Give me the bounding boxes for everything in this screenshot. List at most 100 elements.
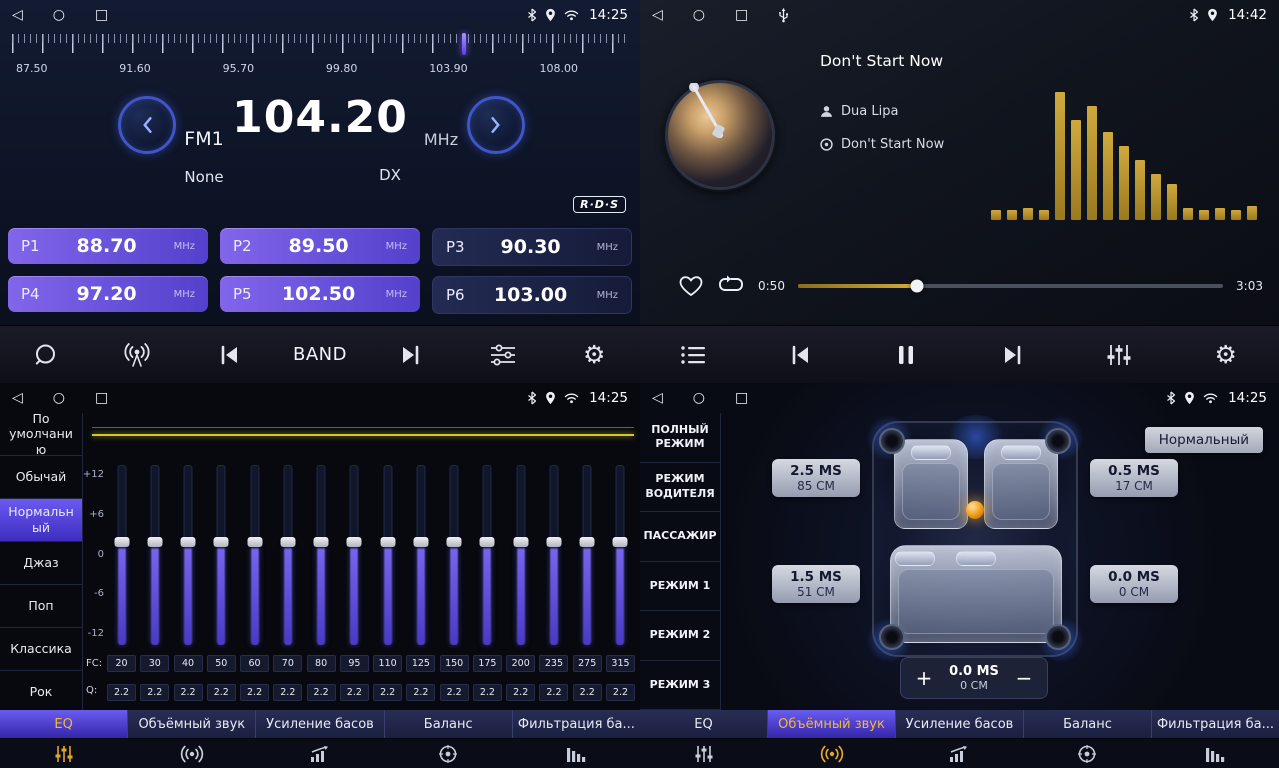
sound-field-mode-item[interactable]: ПАССАЖИР <box>640 512 720 562</box>
bass-boost-icon[interactable] <box>896 739 1024 768</box>
slider-knob[interactable] <box>280 537 295 547</box>
slider-knob[interactable] <box>314 537 329 547</box>
audio-tab-1[interactable]: EQ <box>640 710 768 738</box>
balance-icon[interactable] <box>384 739 512 768</box>
slider-knob[interactable] <box>513 537 528 547</box>
surround-sound-icon[interactable] <box>128 739 256 768</box>
eq-preset-item[interactable]: Обычай <box>0 456 82 499</box>
recents-button[interactable]: □ <box>735 390 748 406</box>
preset-button-p3[interactable]: P390.30MHz <box>432 228 632 266</box>
sound-field-mode-item[interactable]: РЕЖИМ 2 <box>640 611 720 661</box>
repeat-icon[interactable] <box>717 275 745 297</box>
slider-knob[interactable] <box>147 537 162 547</box>
bass-boost-icon[interactable] <box>256 739 384 768</box>
listening-position-marker[interactable] <box>966 501 984 519</box>
recents-button[interactable]: □ <box>735 7 748 23</box>
home-button[interactable]: ○ <box>53 390 65 406</box>
sound-field-mode-item[interactable]: РЕЖИМ 1 <box>640 562 720 612</box>
eq-band-slider[interactable] <box>180 465 196 645</box>
frequency-pointer[interactable] <box>462 33 466 55</box>
progress-knob[interactable] <box>910 280 923 293</box>
decrease-delay-button[interactable]: − <box>1011 668 1037 688</box>
eq-band-slider[interactable] <box>247 465 263 645</box>
home-button[interactable]: ○ <box>693 7 705 23</box>
eq-band-slider[interactable] <box>213 465 229 645</box>
tune-up-button[interactable] <box>467 96 525 154</box>
preset-button-p2[interactable]: P289.50MHz <box>220 228 420 264</box>
slider-knob[interactable] <box>613 537 628 547</box>
sound-field-mode-item[interactable]: РЕЖИМ ВОДИТЕЛЯ <box>640 463 720 513</box>
back-button[interactable]: ◁ <box>652 7 663 23</box>
slider-knob[interactable] <box>181 537 196 547</box>
audio-settings-button[interactable] <box>1092 333 1146 377</box>
eq-band-slider[interactable] <box>446 465 462 645</box>
audio-tab-3[interactable]: Усиление басов <box>256 710 384 738</box>
eq-band-slider[interactable] <box>513 465 529 645</box>
eq-preset-item[interactable]: Джаз <box>0 542 82 585</box>
eq-band-slider[interactable] <box>413 465 429 645</box>
balance-icon[interactable] <box>1023 739 1151 768</box>
audio-tab-5[interactable]: Фильтрация ба... <box>513 710 640 738</box>
audio-tab-3[interactable]: Усиление басов <box>896 710 1024 738</box>
broadcast-button[interactable] <box>110 333 164 377</box>
back-button[interactable]: ◁ <box>12 390 23 406</box>
progress-bar[interactable] <box>798 284 1223 288</box>
home-button[interactable]: ○ <box>693 390 705 406</box>
audio-tab-2[interactable]: Объёмный звук <box>128 710 256 738</box>
audio-tab-5[interactable]: Фильтрация ба... <box>1152 710 1279 738</box>
slider-knob[interactable] <box>546 537 561 547</box>
eq-preset-item[interactable]: По умолчанию <box>0 413 82 456</box>
slider-knob[interactable] <box>247 537 262 547</box>
settings-button[interactable]: ⚙ <box>1199 333 1253 377</box>
eq-preset-item[interactable]: Рок <box>0 671 82 714</box>
filter-icon[interactable] <box>512 739 640 768</box>
eq-preset-item[interactable]: Поп <box>0 585 82 628</box>
favorite-icon[interactable] <box>678 274 704 298</box>
pause-button[interactable] <box>879 333 933 377</box>
eq-band-slider[interactable] <box>313 465 329 645</box>
delay-rear-left-button[interactable]: 1.5 MS 51 CM <box>772 565 860 603</box>
eq-band-slider[interactable] <box>280 465 296 645</box>
playlist-button[interactable] <box>666 333 720 377</box>
audio-tab-1[interactable]: EQ <box>0 710 128 738</box>
audio-tab-4[interactable]: Баланс <box>385 710 513 738</box>
next-track-button[interactable] <box>986 333 1040 377</box>
sound-field-mode-item[interactable]: ПОЛНЫЙ РЕЖИМ <box>640 413 720 463</box>
filter-icon[interactable] <box>1151 739 1279 768</box>
seek-up-button[interactable] <box>384 333 438 377</box>
eq-band-slider[interactable] <box>380 465 396 645</box>
eq-band-slider[interactable] <box>114 465 130 645</box>
eq-band-slider[interactable] <box>612 465 628 645</box>
preset-button-p4[interactable]: P497.20MHz <box>8 276 208 312</box>
preset-button-p6[interactable]: P6103.00MHz <box>432 276 632 314</box>
eq-band-slider[interactable] <box>546 465 562 645</box>
slider-knob[interactable] <box>580 537 595 547</box>
preset-button-p1[interactable]: P188.70MHz <box>8 228 208 264</box>
seek-down-button[interactable] <box>202 333 256 377</box>
recents-button[interactable]: □ <box>95 7 108 23</box>
delay-front-right-button[interactable]: 0.5 MS 17 CM <box>1090 459 1178 497</box>
eq-sliders-icon[interactable] <box>0 739 128 768</box>
eq-preset-item[interactable]: Нормальный <box>0 499 82 542</box>
back-button[interactable]: ◁ <box>12 7 23 23</box>
eq-profile-button[interactable]: Нормальный <box>1145 427 1263 453</box>
increase-delay-button[interactable]: + <box>911 668 937 688</box>
surround-sound-icon[interactable] <box>768 739 896 768</box>
home-button[interactable]: ○ <box>53 7 65 23</box>
slider-knob[interactable] <box>447 537 462 547</box>
scan-button[interactable] <box>19 333 73 377</box>
recents-button[interactable]: □ <box>95 390 108 406</box>
settings-button[interactable]: ⚙ <box>567 333 621 377</box>
frequency-ruler[interactable] <box>12 34 628 58</box>
band-button[interactable]: BAND <box>293 333 347 377</box>
delay-front-left-button[interactable]: 2.5 MS 85 CM <box>772 459 860 497</box>
slider-knob[interactable] <box>114 537 129 547</box>
sound-field-mode-item[interactable]: РЕЖИМ 3 <box>640 661 720 711</box>
audio-tab-2[interactable]: Объёмный звук <box>768 710 896 738</box>
audio-tab-4[interactable]: Баланс <box>1024 710 1152 738</box>
eq-band-slider[interactable] <box>147 465 163 645</box>
slider-knob[interactable] <box>380 537 395 547</box>
eq-band-slider[interactable] <box>579 465 595 645</box>
slider-knob[interactable] <box>413 537 428 547</box>
preset-button-p5[interactable]: P5102.50MHz <box>220 276 420 312</box>
